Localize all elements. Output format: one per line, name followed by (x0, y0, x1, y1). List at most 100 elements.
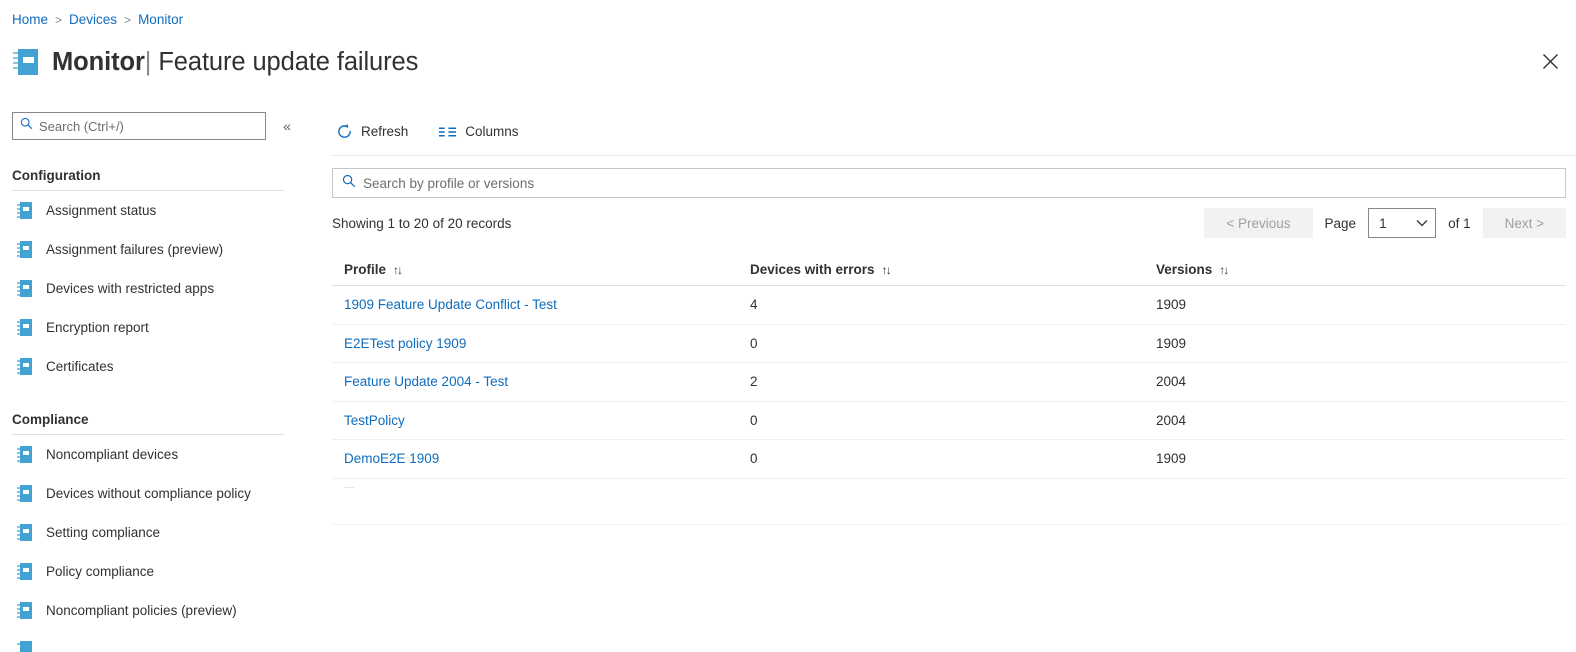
report-book-icon (17, 485, 32, 502)
versions-value: 2004 (1156, 374, 1187, 390)
sidebar-section-compliance-title: Compliance (12, 412, 89, 427)
sidebar-item-devices-with-restricted-apps[interactable]: Devices with restricted apps (0, 269, 316, 308)
versions-value: 1909 (1156, 451, 1187, 467)
command-bar: Refresh Columns (332, 110, 1576, 156)
sidebar-item-label: Assignment status (46, 203, 157, 218)
page-number-select[interactable]: 1 (1369, 209, 1436, 237)
grid-search-box[interactable] (332, 168, 1566, 198)
versions-value: 2004 (1156, 412, 1187, 428)
devices-with-errors-value: 0 (750, 412, 758, 428)
page-header: Monitor| Feature update failures (12, 40, 418, 84)
sidebar-item-label: Policy compliance (46, 564, 155, 579)
devices-with-errors-value: 0 (750, 335, 758, 351)
refresh-icon (336, 123, 353, 140)
profile-link[interactable]: Feature Update 2004 - Test (344, 374, 508, 389)
grid-search-input[interactable] (363, 175, 1556, 191)
devices-with-errors-value: 2 (750, 374, 758, 390)
page-title-bold: Monitor (52, 47, 145, 76)
versions-value: 1909 (1156, 297, 1187, 313)
sidebar-item-assignment-status[interactable]: Assignment status (0, 191, 316, 230)
breadcrumb: Home > Devices > Monitor (12, 12, 183, 27)
page-label: Page (1324, 215, 1357, 231)
sidebar-item-label: Certificates (46, 359, 114, 374)
sort-icon[interactable]: ↑↓ (393, 263, 403, 277)
profile-link[interactable]: TestPolicy (344, 413, 405, 428)
columns-button[interactable]: Columns (434, 120, 522, 143)
page-title-separator: | (144, 47, 152, 76)
columns-label: Columns (465, 124, 519, 139)
refresh-button[interactable]: Refresh (332, 119, 412, 144)
report-book-icon (17, 563, 32, 580)
column-header-devices-with-errors[interactable]: Devices with errors ↑↓ (750, 262, 1156, 277)
versions-value: 1909 (1156, 335, 1187, 351)
report-book-icon (17, 446, 32, 463)
table-row[interactable]: Feature Update 2004 - Test 2 2004 (332, 363, 1566, 402)
table-header-row: Profile ↑↓ Devices with errors ↑↓ Versio… (332, 254, 1566, 286)
report-book-icon (17, 602, 32, 619)
monitor-book-icon (12, 48, 38, 76)
sidebar-item-assignment-failures[interactable]: Assignment failures (preview) (0, 230, 316, 269)
sidebar-item-encryption-report[interactable]: Encryption report (0, 308, 316, 347)
sidebar-item-setting-compliance[interactable]: Setting compliance (0, 513, 316, 552)
column-header-label: Versions (1156, 262, 1213, 277)
sidebar-section-configuration-title: Configuration (12, 168, 101, 183)
sidebar-collapse-icon[interactable]: « (278, 115, 296, 137)
column-header-versions[interactable]: Versions ↑↓ (1156, 262, 1566, 277)
refresh-label: Refresh (361, 124, 409, 139)
sidebar-item-label: Setting compliance (46, 525, 161, 540)
sidebar-item-certificates[interactable]: Certificates (0, 347, 316, 386)
page-title-rest: Feature update failures (158, 47, 419, 76)
sidebar-item-partial[interactable] (0, 630, 316, 652)
next-page-button[interactable]: Next > (1482, 208, 1566, 238)
breadcrumb-item-home[interactable]: Home (12, 12, 48, 27)
profile-link[interactable]: E2ETest policy 1909 (344, 336, 466, 351)
sidebar-item-devices-without-compliance-policy[interactable]: Devices without compliance policy (0, 474, 316, 513)
report-book-icon (17, 280, 32, 297)
report-book-icon (17, 241, 32, 258)
sidebar-item-label: Noncompliant devices (46, 447, 179, 462)
page-number-select-wrap[interactable]: 1 (1368, 208, 1437, 238)
sidebar-item-label: Devices with restricted apps (46, 281, 215, 296)
report-book-icon (17, 358, 32, 375)
page-title: Monitor| Feature update failures (52, 48, 418, 77)
sidebar-search-row: « (0, 110, 316, 142)
sort-icon[interactable]: ↑↓ (1219, 263, 1229, 277)
breadcrumb-item-devices[interactable]: Devices (69, 12, 117, 27)
close-icon[interactable] (1534, 45, 1566, 77)
table-row[interactable]: E2ETest policy 1909 0 1909 (332, 325, 1566, 363)
sidebar-item-label: Devices without compliance policy (46, 486, 251, 501)
table-row[interactable]: DemoE2E 1909 0 1909 (332, 440, 1566, 479)
devices-with-errors-value: 4 (750, 297, 758, 313)
sidebar-item-policy-compliance[interactable]: Policy compliance (0, 552, 316, 591)
report-book-icon (17, 524, 32, 541)
profile-link[interactable]: DemoE2E 1909 (344, 451, 439, 466)
sort-icon[interactable]: ↑↓ (882, 263, 892, 277)
column-header-profile[interactable]: Profile ↑↓ (332, 262, 750, 277)
sidebar-search-input[interactable] (39, 118, 258, 134)
table-loading-row (332, 486, 1566, 525)
sidebar-item-noncompliant-devices[interactable]: Noncompliant devices (0, 435, 316, 474)
profile-link[interactable]: 1909 Feature Update Conflict - Test (344, 297, 557, 312)
breadcrumb-item-monitor[interactable]: Monitor (138, 12, 183, 27)
sidebar-item-noncompliant-policies[interactable]: Noncompliant policies (preview) (0, 591, 316, 630)
breadcrumb-separator: > (124, 12, 132, 27)
results-table: Profile ↑↓ Devices with errors ↑↓ Versio… (332, 254, 1566, 525)
record-count-label: Showing 1 to 20 of 20 records (332, 215, 512, 231)
search-icon (20, 117, 33, 135)
table-row[interactable]: TestPolicy 0 2004 (332, 402, 1566, 440)
pagination-controls: < Previous Page 1 of 1 Next > (1204, 208, 1566, 238)
table-row[interactable]: 1909 Feature Update Conflict - Test 4 19… (332, 286, 1566, 325)
breadcrumb-separator: > (55, 12, 63, 27)
report-book-icon (17, 319, 32, 336)
devices-with-errors-value: 0 (750, 451, 758, 467)
loading-placeholder (344, 486, 354, 488)
search-icon (342, 174, 356, 193)
page-total-label: of 1 (1448, 215, 1471, 231)
sidebar-item-label: Noncompliant policies (preview) (46, 603, 237, 618)
sidebar-item-label: Assignment failures (preview) (46, 242, 224, 257)
report-book-icon (17, 641, 32, 652)
column-header-label: Devices with errors (750, 262, 875, 277)
sidebar-search-box[interactable] (12, 112, 266, 140)
report-book-icon (17, 202, 32, 219)
previous-page-button[interactable]: < Previous (1204, 208, 1313, 238)
